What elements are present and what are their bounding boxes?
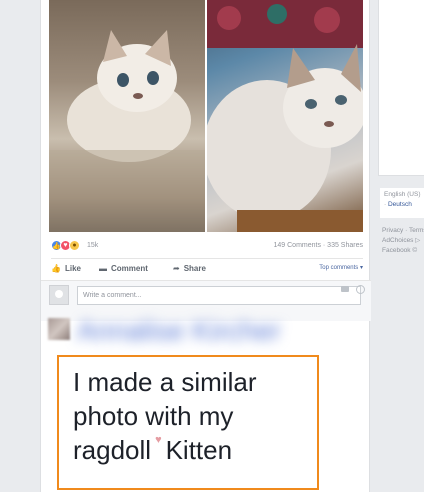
divider xyxy=(51,258,363,259)
ragdoll-photo-right[interactable] xyxy=(207,0,363,232)
comment-input[interactable]: Write a comment... xyxy=(77,286,361,305)
user-avatar[interactable] xyxy=(49,285,69,305)
comment-word-kitten: Kitten xyxy=(165,435,233,465)
wow-reaction-icon: ● xyxy=(69,240,80,251)
speech-bubble-icon: ▬ xyxy=(99,264,107,273)
language-link-deutsch[interactable]: Deutsch xyxy=(388,201,412,208)
comment-line-1: I made a similar xyxy=(73,367,257,397)
like-label: Like xyxy=(64,264,81,273)
kitten-illustration xyxy=(49,30,205,232)
top-comments-dropdown[interactable]: Top comments ▾ xyxy=(319,264,363,271)
photo-grid xyxy=(49,0,363,232)
right-sidebar-panel xyxy=(378,0,424,176)
reaction-count[interactable]: 15k xyxy=(87,242,98,249)
reaction-icons[interactable]: 👍 ♥ ● xyxy=(51,240,80,251)
ragdoll-illustration xyxy=(207,0,363,232)
post-actions: 👍 Like ▬ Comment ➦ Share Top comments ▾ xyxy=(51,262,363,278)
like-button[interactable]: 👍 Like xyxy=(51,264,81,273)
comments-shares-count[interactable]: 149 Comments · 335 Shares xyxy=(274,242,364,249)
footer-links-privacy[interactable]: Privacy · Terms xyxy=(382,226,424,236)
footer-copyright: Facebook © xyxy=(382,247,418,254)
kitten-photo-left[interactable] xyxy=(49,0,205,232)
comment-line-3: ragdoll ♥ Kitten xyxy=(73,433,303,473)
camera-icon[interactable] xyxy=(341,286,349,292)
commenter-name-blurred[interactable]: Annalise Kircher xyxy=(77,315,347,355)
comment-label: Comment xyxy=(111,264,148,273)
reactions-row: 👍 ♥ ● 15k 149 Comments · 335 Shares xyxy=(51,240,363,254)
comment-button[interactable]: ▬ Comment xyxy=(99,264,148,273)
commenter-avatar[interactable] xyxy=(48,318,70,340)
footer-links-adchoices[interactable]: AdChoices ▷ xyxy=(382,236,424,246)
comment-line-2: photo with my xyxy=(73,401,234,431)
comment-word-ragdoll: ragdoll xyxy=(73,435,152,465)
share-label: Share xyxy=(183,264,206,273)
sidebar-footer: Privacy · Terms AdChoices ▷ Facebook © xyxy=(382,226,424,256)
language-selector: English (US) · Deutsch xyxy=(380,188,424,218)
thumbs-up-icon: 👍 xyxy=(51,264,61,273)
sticker-icon[interactable] xyxy=(356,285,365,294)
heart-icon: ♥ xyxy=(155,434,162,446)
highlighted-comment-text: I made a similar photo with my ragdoll ♥ K… xyxy=(57,355,319,490)
language-primary: English (US) xyxy=(384,191,421,198)
share-button[interactable]: ➦ Share xyxy=(173,264,206,273)
share-arrow-icon: ➦ xyxy=(173,264,180,273)
